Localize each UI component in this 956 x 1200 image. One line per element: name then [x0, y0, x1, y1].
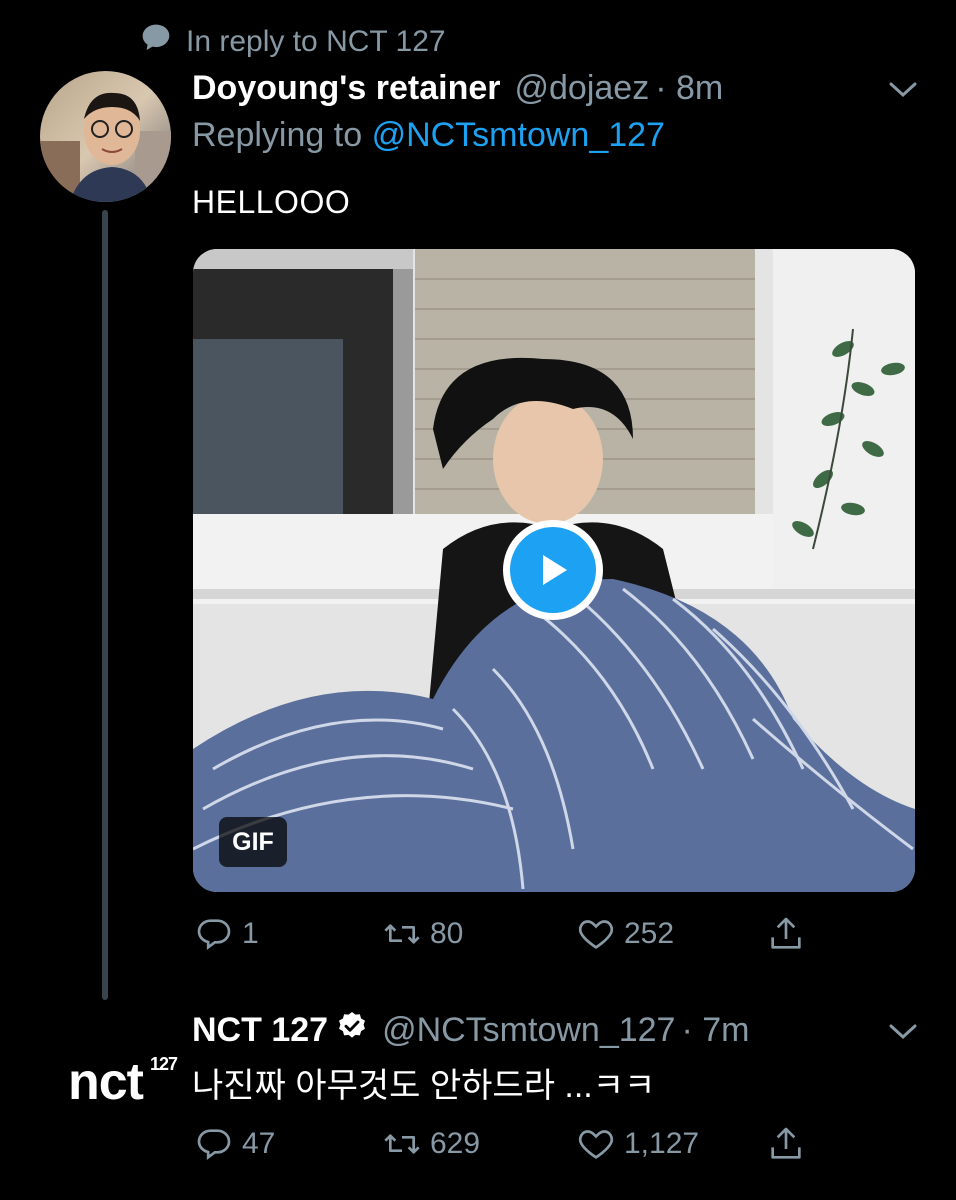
- retweet-icon: [384, 924, 420, 944]
- reply-button[interactable]: 1: [194, 914, 259, 954]
- reply-context-text: In reply to NCT 127: [186, 25, 446, 58]
- like-button[interactable]: 1,127: [576, 1124, 699, 1164]
- nct-logo: nct 127: [68, 1052, 178, 1111]
- verified-icon: [336, 1010, 382, 1051]
- replying-label: Replying to: [192, 116, 363, 154]
- retweet-button[interactable]: 80: [382, 914, 463, 954]
- share-button[interactable]: [766, 1124, 806, 1164]
- tweet-text: 나진짜 아무것도 안하드라 ...ㅋㅋ: [192, 1067, 656, 1105]
- replying-to: Replying to @NCTsmtown_127: [192, 116, 665, 155]
- retweet-count: 80: [430, 917, 464, 950]
- share-icon: [771, 1127, 801, 1159]
- display-name[interactable]: Doyoung's retainer: [192, 69, 500, 108]
- like-count: 1,127: [624, 1127, 700, 1160]
- retweet-icon: [384, 1134, 420, 1154]
- like-count: 252: [624, 917, 675, 950]
- reply-count: 1: [242, 917, 259, 950]
- reply-button[interactable]: 47: [194, 1124, 275, 1164]
- timestamp[interactable]: · 7m: [681, 1011, 749, 1050]
- retweet-count: 629: [430, 1127, 481, 1160]
- display-name[interactable]: NCT 127: [192, 1011, 328, 1050]
- like-icon: [578, 920, 614, 949]
- handle[interactable]: @dojaez: [514, 69, 649, 108]
- tweet-text: HELLOOO: [192, 184, 351, 220]
- share-icon: [771, 917, 801, 949]
- retweet-button[interactable]: 629: [382, 1124, 480, 1164]
- reply-count: 47: [242, 1127, 276, 1160]
- tweet-header: Doyoung's retainer @dojaez · 8m: [192, 66, 723, 110]
- tweet-header: NCT 127 @NCTsmtown_127 · 7m: [192, 1008, 749, 1052]
- speech-bubble-icon: [140, 22, 172, 62]
- timestamp[interactable]: · 8m: [655, 69, 723, 108]
- replying-handle-link[interactable]: @NCTsmtown_127: [372, 116, 665, 154]
- reply-context[interactable]: In reply to NCT 127: [140, 22, 446, 62]
- reply-icon: [197, 919, 231, 950]
- like-icon: [578, 1130, 614, 1159]
- chevron-down-icon[interactable]: [888, 80, 918, 105]
- thread-line: [102, 210, 108, 1000]
- play-icon: [543, 555, 567, 585]
- share-button[interactable]: [766, 914, 806, 954]
- handle[interactable]: @NCTsmtown_127: [382, 1011, 675, 1050]
- chevron-down-icon[interactable]: [888, 1022, 918, 1047]
- reply-icon: [197, 1129, 231, 1160]
- gif-badge: GIF: [219, 817, 287, 867]
- like-button[interactable]: 252: [576, 914, 674, 954]
- play-button[interactable]: [503, 520, 603, 620]
- avatar[interactable]: [40, 71, 171, 202]
